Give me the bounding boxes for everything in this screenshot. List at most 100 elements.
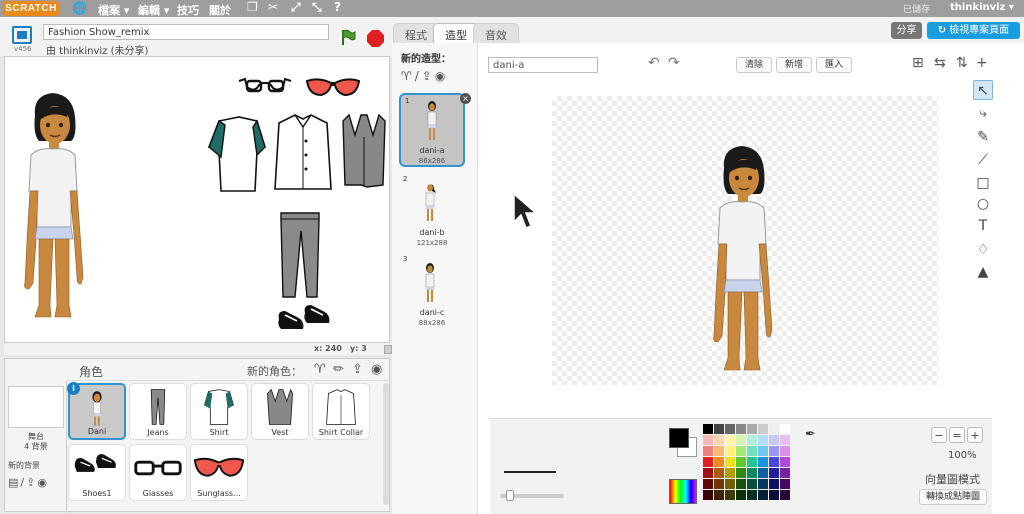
sprite-tile-sunglasses[interactable]: Sunglass... (190, 444, 248, 501)
text-icon[interactable]: T (973, 216, 993, 236)
menu-edit[interactable]: 編輯 ▾ (138, 2, 169, 18)
color-swatch[interactable] (703, 479, 713, 489)
color-swatch[interactable] (736, 446, 746, 456)
color-swatch[interactable] (769, 424, 779, 434)
stage-mode-icon[interactable] (12, 26, 32, 44)
project-title-input[interactable] (43, 24, 329, 40)
sprite-tile-shirt-collar[interactable]: Shirt Collar (312, 383, 370, 440)
color-swatch[interactable] (725, 424, 735, 434)
sprite-tile-dani[interactable]: i Dani (67, 382, 126, 440)
shrink-icon[interactable]: ⤡ (312, 0, 322, 15)
sprite-tile-shoes1[interactable]: Shoes1 (68, 444, 126, 501)
color-swatch[interactable] (736, 435, 746, 445)
color-swatch[interactable] (714, 468, 724, 478)
zoom-in-icon[interactable]: + (967, 427, 983, 443)
new-backdrop-icons[interactable]: ▤/⇪◉ (8, 476, 49, 489)
sprite-library-icon[interactable]: ♈ (314, 362, 326, 377)
sprite-tile-jeans[interactable]: Jeans (129, 383, 187, 440)
clear-button[interactable]: 清除 (736, 57, 773, 73)
color-swatch[interactable] (736, 424, 746, 434)
select-icon[interactable]: ↖ (973, 80, 993, 100)
globe-icon[interactable]: 🌐 (72, 1, 87, 15)
color-swatch[interactable] (769, 468, 779, 478)
color-swatch[interactable] (725, 490, 735, 500)
color-swatch[interactable] (736, 490, 746, 500)
ellipse-icon[interactable]: ○ (973, 194, 993, 214)
redo-icon[interactable]: ↷ (668, 55, 680, 71)
color-swatch[interactable] (725, 457, 735, 467)
see-project-page-button[interactable]: ↻ 檢視專案頁面 (927, 22, 1020, 39)
color-swatch[interactable] (736, 468, 746, 478)
duplicate-icon[interactable]: ❐ (247, 0, 258, 14)
color-swatch[interactable] (780, 468, 790, 478)
color-swatch[interactable] (769, 435, 779, 445)
collapse-toggle[interactable] (384, 345, 392, 354)
color-swatch[interactable] (780, 490, 790, 500)
color-swatch[interactable] (747, 479, 757, 489)
color-swatch[interactable] (747, 457, 757, 467)
stage-canvas[interactable] (4, 56, 390, 343)
upload-sprite-icon[interactable]: ⇪ (352, 362, 363, 377)
costume-tile-1[interactable]: 1 × dani-a 86x286 (399, 93, 471, 167)
convert-to-bitmap-button[interactable]: 轉換成點陣圖 (919, 489, 988, 505)
color-swatch[interactable] (703, 435, 713, 445)
tab-sounds[interactable]: 音效 (473, 23, 519, 43)
import-button[interactable]: 匯入 (816, 57, 853, 73)
color-swatch[interactable] (758, 457, 768, 467)
stage-thumbnail[interactable] (8, 386, 64, 428)
share-button[interactable]: 分享 (891, 22, 922, 39)
sprite-list-scrollbar[interactable] (383, 383, 389, 505)
menu-tips[interactable]: 技巧 (177, 2, 199, 18)
color-swatch[interactable] (758, 435, 768, 445)
costume-tile-3[interactable]: 3 dani-c 88x286 (399, 253, 465, 327)
grow-icon[interactable]: ⤢ (291, 0, 301, 15)
line-width-slider-knob[interactable] (506, 490, 514, 501)
color-palette[interactable] (703, 424, 790, 500)
help-icon[interactable]: ? (334, 0, 341, 14)
color-swatch[interactable] (736, 457, 746, 467)
color-swatch[interactable] (780, 424, 790, 434)
color-swatch[interactable] (703, 446, 713, 456)
color-swatch[interactable] (714, 424, 724, 434)
foreground-color-swatch[interactable] (669, 428, 689, 448)
color-swatch[interactable] (714, 479, 724, 489)
pencil-icon[interactable]: ✎ (973, 127, 993, 147)
add-button[interactable]: 新增 (776, 57, 813, 73)
color-swatch[interactable] (769, 457, 779, 467)
costume-tile-2[interactable]: 2 dani-b 121x288 (399, 173, 465, 247)
drawing-canvas[interactable] (552, 96, 938, 385)
cut-icon[interactable]: ✂ (268, 0, 278, 14)
color-swatch[interactable] (747, 446, 757, 456)
color-swatch[interactable] (758, 479, 768, 489)
color-swatch[interactable] (714, 435, 724, 445)
stop-icon[interactable] (367, 30, 384, 47)
set-center-icon[interactable]: ⊞ (912, 55, 924, 71)
username[interactable]: thinkinviz ▾ (950, 2, 1014, 13)
flip-horizontal-icon[interactable]: ⇆ (934, 55, 946, 71)
camera-icon[interactable]: ◉ (371, 362, 382, 377)
sprite-tile-glasses[interactable]: Glasses (129, 444, 187, 501)
line-icon[interactable]: ⟋ (973, 150, 993, 170)
menu-about[interactable]: 關於 (209, 2, 231, 18)
color-swatch[interactable] (714, 446, 724, 456)
menu-file[interactable]: 檔案 ▾ (98, 2, 129, 18)
color-swatch[interactable] (758, 446, 768, 456)
crosshair-icon[interactable]: + (976, 55, 988, 71)
green-flag-icon[interactable] (340, 29, 356, 45)
stamp-icon[interactable]: ▲ (973, 262, 993, 282)
rectangle-icon[interactable]: □ (973, 173, 993, 193)
new-costume-icons[interactable]: ♈/⇪◉ (401, 69, 448, 83)
sprite-tile-vest[interactable]: Vest (251, 383, 309, 440)
zoom-out-icon[interactable]: − (931, 427, 947, 443)
color-swatch[interactable] (714, 490, 724, 500)
color-swatch[interactable] (747, 468, 757, 478)
fill-icon[interactable]: ♢ (973, 240, 993, 260)
color-swatch[interactable] (758, 490, 768, 500)
color-swatch[interactable] (747, 435, 757, 445)
undo-icon[interactable]: ↶ (648, 55, 660, 71)
color-swatch[interactable] (703, 424, 713, 434)
color-swatch[interactable] (769, 479, 779, 489)
color-swatch[interactable] (736, 479, 746, 489)
color-swatch[interactable] (758, 424, 768, 434)
zoom-reset-icon[interactable]: = (949, 427, 965, 443)
